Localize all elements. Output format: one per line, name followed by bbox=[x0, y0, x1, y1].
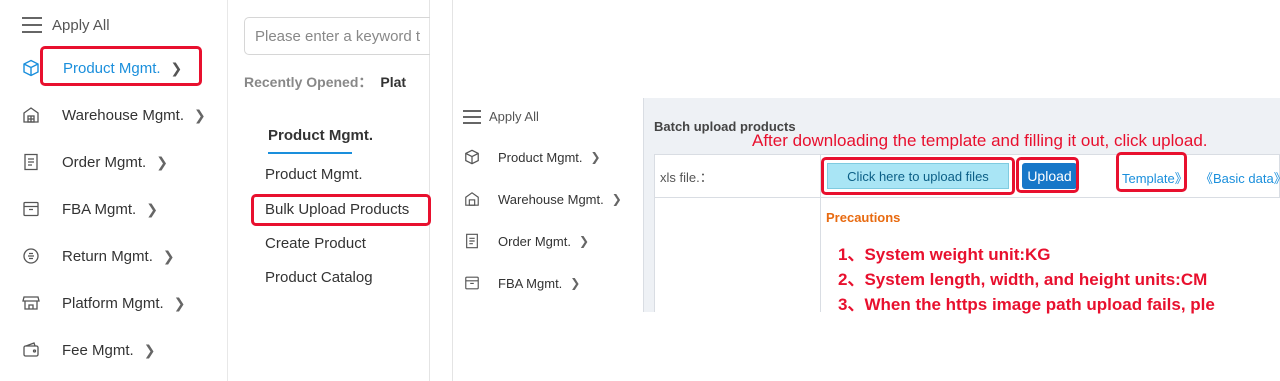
basic-data-link[interactable]: 《Basic data》 bbox=[1200, 168, 1280, 187]
search-input[interactable]: Please enter a keyword t bbox=[244, 17, 430, 55]
category-underline bbox=[268, 152, 352, 154]
small-sidebar-item-warehouse[interactable]: Warehouse Mgmt. ❯ bbox=[464, 189, 622, 209]
precaution-item: 3、When the https image path upload fails… bbox=[838, 295, 1215, 314]
sidebar-item-return[interactable]: Return Mgmt. ❯ bbox=[22, 244, 175, 268]
return-icon bbox=[22, 247, 40, 265]
chevron-right-icon: ❯ bbox=[578, 234, 590, 248]
small-sidebar-item-fba[interactable]: FBA Mgmt. ❯ bbox=[464, 273, 580, 293]
document-icon bbox=[464, 233, 480, 249]
wallet-icon bbox=[22, 341, 40, 359]
sidebar-item-product[interactable]: Product Mgmt. ❯ bbox=[22, 56, 182, 80]
box-icon bbox=[22, 59, 40, 77]
instruction-hint: After downloading the template and filli… bbox=[752, 131, 1208, 150]
sidebar-item-fba[interactable]: FBA Mgmt. ❯ bbox=[22, 197, 158, 221]
small-sidebar-label: FBA Mgmt. bbox=[498, 275, 563, 291]
shop-icon bbox=[22, 294, 40, 312]
small-sidebar-item-order[interactable]: Order Mgmt. ❯ bbox=[464, 231, 589, 251]
submenu-category-title: Product Mgmt. bbox=[268, 127, 373, 144]
small-sidebar-label: Warehouse Mgmt. bbox=[498, 191, 604, 207]
inbox-icon bbox=[22, 200, 40, 218]
sidebar-item-label: Product Mgmt. bbox=[63, 59, 161, 77]
recently-opened: Recently Opened： Plat bbox=[244, 72, 406, 92]
box-icon bbox=[464, 149, 480, 165]
inbox-icon bbox=[464, 275, 480, 291]
sidebar-item-label: FBA Mgmt. bbox=[62, 200, 137, 218]
apply-all-label: Apply All bbox=[489, 109, 539, 124]
submenu-item-product-mgmt[interactable]: Product Mgmt. bbox=[265, 166, 363, 183]
precaution-item: 2、System length, width, and height units… bbox=[838, 270, 1208, 289]
menu-icon bbox=[22, 17, 42, 33]
sidebar-item-label: Fee Mgmt. bbox=[62, 341, 134, 359]
precaution-item: 1、System weight unit:KG bbox=[838, 245, 1051, 264]
document-icon bbox=[22, 153, 40, 171]
chevron-right-icon: ❯ bbox=[156, 153, 168, 170]
highlight-upload-files bbox=[821, 157, 1015, 195]
precautions-title: Precautions bbox=[826, 210, 901, 225]
warehouse-icon bbox=[464, 191, 480, 207]
menu-icon bbox=[463, 109, 481, 124]
chevron-right-icon: ❯ bbox=[194, 106, 206, 123]
warehouse-icon bbox=[22, 106, 40, 124]
highlight-template bbox=[1116, 152, 1187, 192]
sidebar-item-label: Platform Mgmt. bbox=[62, 294, 164, 312]
chevron-right-icon: ❯ bbox=[173, 294, 186, 311]
recent-item[interactable]: Plat bbox=[380, 74, 406, 90]
xls-file-label: xls file.： bbox=[660, 170, 713, 185]
recent-label: Recently Opened： bbox=[244, 74, 373, 90]
submenu-panel bbox=[228, 0, 430, 381]
sidebar-item-label: Order Mgmt. bbox=[62, 153, 147, 171]
small-sidebar-item-product[interactable]: Product Mgmt. ❯ bbox=[464, 147, 601, 167]
divider bbox=[452, 0, 453, 381]
apply-all-toggle[interactable]: Apply All bbox=[22, 14, 110, 36]
sidebar-item-platform[interactable]: Platform Mgmt. ❯ bbox=[22, 291, 185, 315]
submenu-item-bulk-upload[interactable]: Bulk Upload Products bbox=[265, 201, 409, 218]
chevron-right-icon: ❯ bbox=[170, 59, 183, 76]
chevron-right-icon: ❯ bbox=[143, 341, 156, 358]
chevron-right-icon: ❯ bbox=[590, 150, 601, 164]
small-sidebar-label: Order Mgmt. bbox=[498, 233, 571, 249]
chevron-right-icon: ❯ bbox=[146, 200, 158, 217]
sidebar-item-order[interactable]: Order Mgmt. ❯ bbox=[22, 150, 168, 174]
small-sidebar-label: Product Mgmt. bbox=[498, 149, 583, 165]
highlight-upload-button bbox=[1016, 157, 1079, 193]
submenu-item-create-product[interactable]: Create Product bbox=[265, 235, 366, 252]
chevron-right-icon: ❯ bbox=[162, 247, 175, 264]
sidebar-item-label: Warehouse Mgmt. bbox=[62, 106, 184, 124]
submenu-item-product-catalog[interactable]: Product Catalog bbox=[265, 269, 373, 286]
sidebar-item-label: Return Mgmt. bbox=[62, 247, 153, 265]
chevron-right-icon: ❯ bbox=[570, 276, 581, 290]
sidebar-item-warehouse[interactable]: Warehouse Mgmt. ❯ bbox=[22, 103, 206, 127]
apply-all-toggle-small[interactable]: Apply All bbox=[463, 109, 539, 124]
chevron-right-icon: ❯ bbox=[611, 192, 622, 206]
apply-all-label: Apply All bbox=[52, 16, 110, 34]
sidebar-item-fee[interactable]: Fee Mgmt. ❯ bbox=[22, 338, 155, 362]
